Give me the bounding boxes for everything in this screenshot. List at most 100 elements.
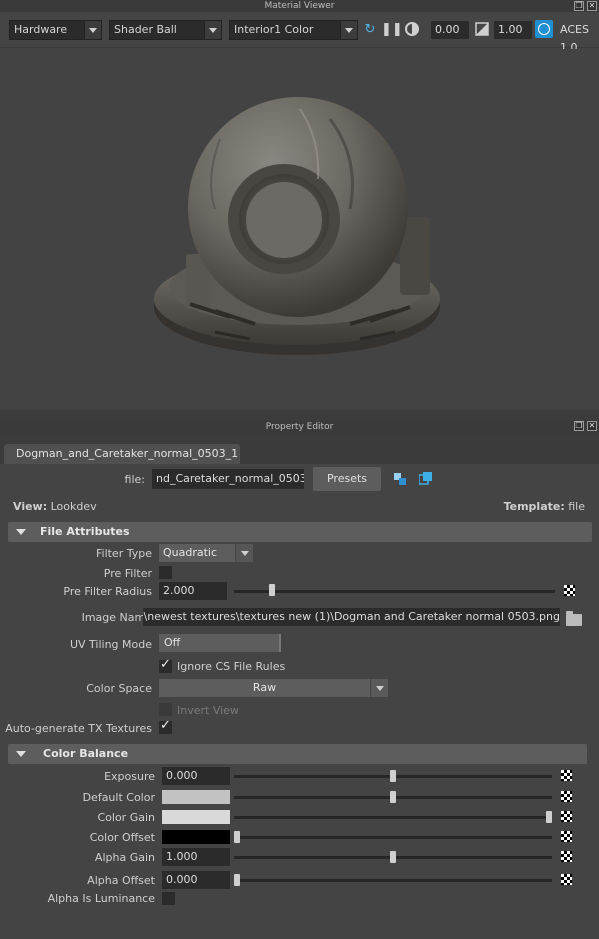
exposure-icon[interactable] <box>403 20 421 38</box>
renderer-dropdown[interactable]: Hardware <box>9 20 102 40</box>
file-attributes-title: File Attributes <box>40 525 130 538</box>
view-value: Lookdev <box>50 500 97 513</box>
filter-type-label: Filter Type <box>95 547 152 560</box>
collapse-triangle-icon <box>16 751 26 757</box>
map-icon[interactable] <box>561 874 572 885</box>
color-balance-label: Color Offset <box>89 831 155 844</box>
folder-icon[interactable] <box>566 611 582 626</box>
slider-thumb[interactable] <box>390 791 396 803</box>
chevron-down-icon <box>235 544 253 562</box>
slider-thumb[interactable] <box>390 851 396 863</box>
material-viewer-toolbar: Hardware Shader Ball Interior1 Color ↻ ❚… <box>0 12 599 54</box>
pre-filter-radius-slider[interactable] <box>234 590 555 593</box>
environment-dropdown[interactable]: Interior1 Color <box>229 20 358 40</box>
pre-filter-checkbox[interactable] <box>159 566 172 579</box>
view-label: View: <box>13 500 48 513</box>
map-icon[interactable] <box>561 791 572 802</box>
view-transform-label: ACES 1.0 <box>560 23 589 54</box>
ignore-cs-checkbox[interactable] <box>159 657 172 673</box>
color-space-value: Raw <box>252 681 277 694</box>
color-balance-label: Alpha Gain <box>94 851 155 864</box>
color-management-icon[interactable] <box>535 20 553 38</box>
property-editor-title: Property Editor <box>265 422 334 432</box>
shape-dropdown[interactable]: Shader Ball <box>109 20 222 40</box>
ignore-cs-label: Ignore CS File Rules <box>177 660 286 673</box>
slider-track[interactable] <box>234 879 552 882</box>
value-field[interactable]: 1.000 <box>162 848 230 866</box>
collapse-triangle-icon <box>16 529 26 535</box>
map-icon[interactable] <box>561 831 572 842</box>
panel-divider[interactable] <box>0 410 599 420</box>
color-balance-label: Default Color <box>82 791 155 804</box>
template-row: Template: file <box>504 500 585 513</box>
presets-button[interactable]: Presets <box>313 467 381 491</box>
chevron-down-icon <box>84 21 101 39</box>
material-viewport[interactable] <box>0 49 599 410</box>
slider-thumb[interactable] <box>390 770 396 782</box>
gamma-field[interactable]: 1.00 <box>494 21 532 39</box>
tab-file-node[interactable]: Dogman_and_Caretaker_normal_0503_1 <box>4 444 240 464</box>
file-attributes-header[interactable]: File Attributes <box>8 522 592 542</box>
float-window-icon[interactable]: ❐ <box>574 1 584 11</box>
shader-ball-preview <box>154 97 440 355</box>
chevron-down-icon <box>204 21 221 39</box>
map-icon[interactable] <box>561 851 572 862</box>
image-name-field[interactable]: es\newest textures\textures new (1)\Dogm… <box>143 608 560 626</box>
pre-filter-label: Pre Filter <box>103 567 152 580</box>
alpha-luminance-label: Alpha Is Luminance <box>47 892 155 905</box>
gamma-icon[interactable] <box>473 20 491 38</box>
uv-tiling-label: UV Tiling Mode <box>69 638 152 651</box>
shape-value: Shader Ball <box>114 23 177 36</box>
image-name-value: es\newest textures\textures new (1)\Dogm… <box>143 610 560 623</box>
image-name-label: Image Name <box>81 611 152 624</box>
slider-thumb[interactable] <box>234 874 240 886</box>
copy-tab-icon[interactable] <box>418 472 432 485</box>
renderer-value: Hardware <box>14 23 68 36</box>
invert-view-checkbox <box>159 703 172 716</box>
slider-track[interactable] <box>234 836 552 839</box>
color-space-label: Color Space <box>86 682 152 695</box>
chevron-down-icon <box>340 21 357 39</box>
pre-filter-radius-label: Pre Filter Radius <box>63 585 152 598</box>
color-balance-label: Alpha Offset <box>87 874 155 887</box>
value-field[interactable]: 0.000 <box>162 871 230 889</box>
color-swatch[interactable] <box>162 790 230 804</box>
filter-type-value: Quadratic <box>163 546 218 559</box>
slider-thumb[interactable] <box>546 811 552 823</box>
map-icon[interactable] <box>561 770 572 781</box>
slider-thumb[interactable] <box>234 831 240 843</box>
value-field[interactable]: 0.000 <box>162 767 230 785</box>
chevron-down-icon <box>370 679 388 697</box>
color-balance-title: Color Balance <box>43 747 129 760</box>
property-editor-tabbar: Dogman_and_Caretaker_normal_0503_1 <box>0 442 599 464</box>
property-editor-titlebar: Property Editor ❐ ✕ <box>0 420 599 434</box>
pre-filter-radius-field[interactable]: 2.000 <box>159 582 227 600</box>
close-icon[interactable]: ✕ <box>587 421 597 431</box>
color-space-dropdown[interactable]: Raw <box>159 679 388 697</box>
slider-track[interactable] <box>234 816 552 819</box>
color-balance-label: Exposure <box>104 770 155 783</box>
auto-tx-label: Auto-generate TX Textures <box>5 722 152 735</box>
spacer <box>0 434 599 442</box>
filter-type-dropdown[interactable]: Quadratic <box>159 544 253 562</box>
material-viewer-titlebar: Material Viewer ❐ ✕ <box>0 0 599 12</box>
exposure-field[interactable]: 0.00 <box>431 21 469 39</box>
auto-tx-checkbox[interactable] <box>159 718 172 734</box>
color-balance-label: Color Gain <box>97 811 155 824</box>
node-name-field[interactable]: nd_Caretaker_normal_0503_1 <box>152 469 304 489</box>
uv-tiling-value: Off <box>164 636 181 649</box>
color-balance-header[interactable]: Color Balance <box>8 744 587 764</box>
map-icon[interactable] <box>564 585 575 596</box>
map-icon[interactable] <box>561 811 572 822</box>
color-swatch[interactable] <box>162 810 230 824</box>
show-input-icon[interactable] <box>394 473 406 485</box>
refresh-icon[interactable]: ↻ <box>361 21 379 39</box>
pause-icon[interactable]: ❚❚ <box>381 21 403 39</box>
close-icon[interactable]: ✕ <box>587 1 597 11</box>
template-value: file <box>568 500 585 513</box>
pre-filter-radius-thumb[interactable] <box>269 584 275 596</box>
alpha-luminance-checkbox[interactable] <box>162 892 175 905</box>
color-swatch[interactable] <box>162 830 230 844</box>
float-window-icon[interactable]: ❐ <box>574 421 584 431</box>
uv-tiling-dropdown[interactable]: Off <box>159 634 281 652</box>
